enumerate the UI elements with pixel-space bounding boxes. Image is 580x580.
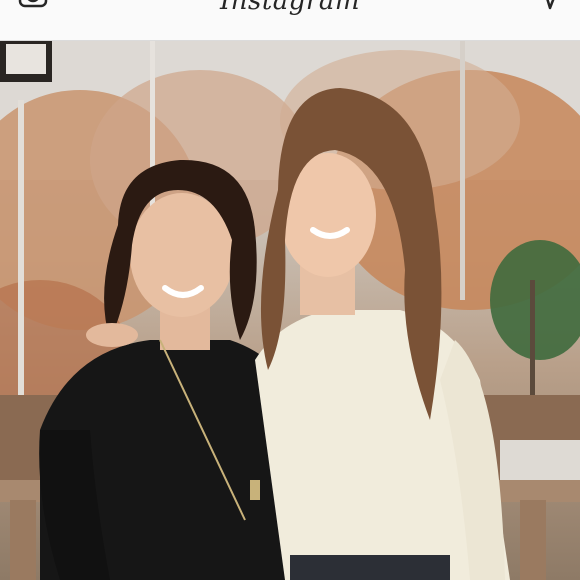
instagram-logo[interactable]: Instagram [0,0,580,16]
post-photo[interactable] [0,40,580,580]
top-bar: Instagram [0,0,580,41]
direct-message-icon[interactable] [536,0,562,10]
instagram-screen: Instagram [0,0,580,580]
